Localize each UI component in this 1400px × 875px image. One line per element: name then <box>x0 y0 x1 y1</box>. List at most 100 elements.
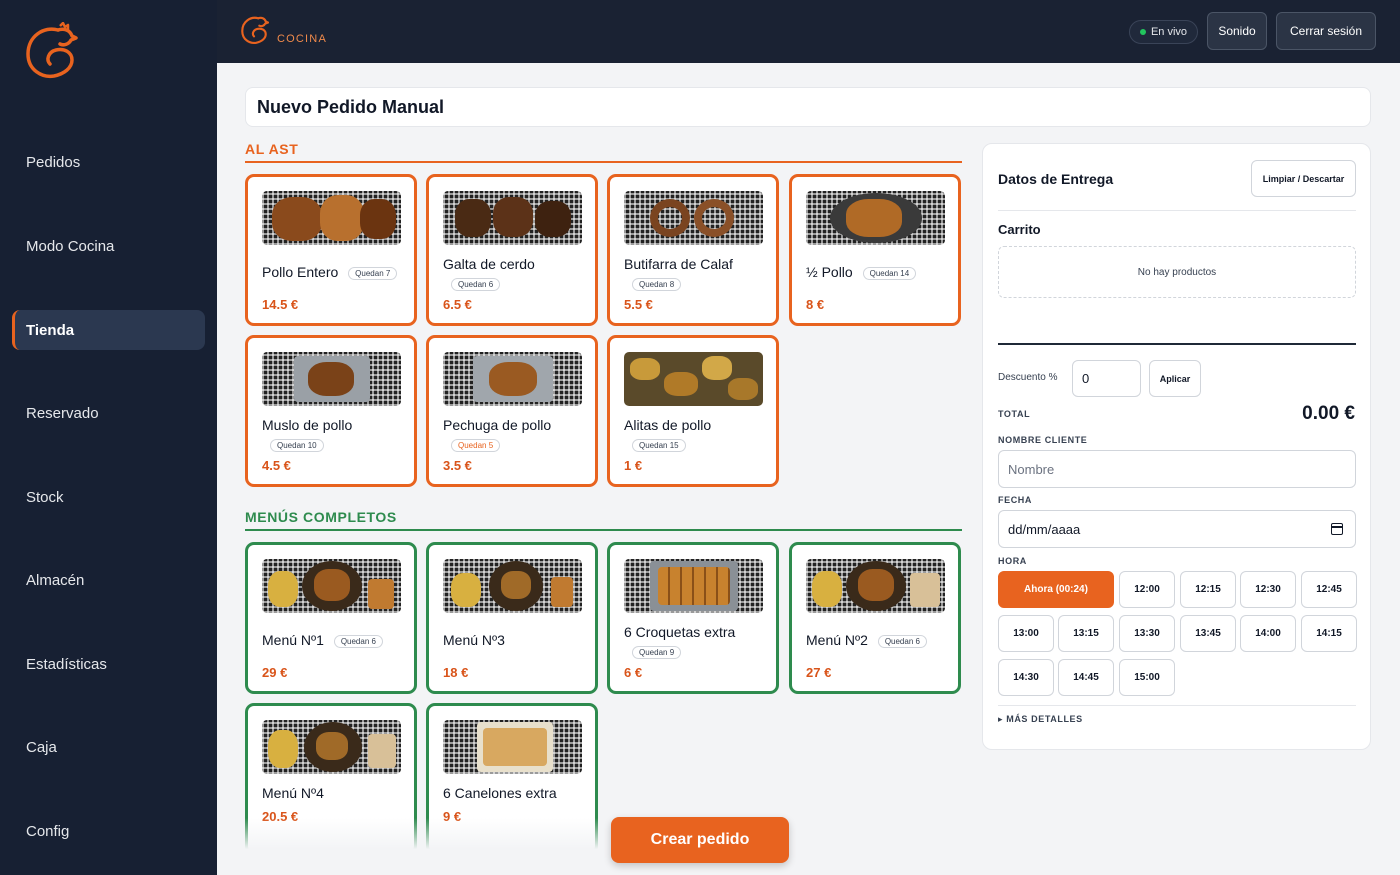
time-button[interactable]: 13:15 <box>1058 615 1114 652</box>
time-button-now[interactable]: Ahora (00:24) <box>998 571 1114 608</box>
logout-button[interactable]: Cerrar sesión <box>1276 12 1376 50</box>
product-card-butifarra-de-calaf[interactable]: Butifarra de Calaf Quedan 8 5.5 € <box>607 174 779 326</box>
product-card-pollo-entero[interactable]: Pollo Entero Quedan 7 14.5 € <box>245 174 417 326</box>
page-title: Nuevo Pedido Manual <box>245 87 1371 127</box>
rooster-logo-icon <box>241 16 269 45</box>
stock-badge: Quedan 6 <box>451 278 501 292</box>
sidebar-item-reservado[interactable]: Reservado <box>12 393 205 433</box>
product-image <box>262 191 401 245</box>
product-price: 29 € <box>262 665 288 680</box>
time-button[interactable]: 14:45 <box>1058 659 1114 696</box>
total-label: TOTAL <box>998 409 1031 419</box>
product-price: 3.5 € <box>443 458 472 473</box>
time-button[interactable]: 12:30 <box>1240 571 1296 608</box>
product-name: Menú Nº4 <box>262 785 324 801</box>
live-status-badge: En vivo <box>1129 20 1198 44</box>
product-price: 14.5 € <box>262 297 299 312</box>
stock-badge: Quedan 14 <box>862 266 917 280</box>
date-input[interactable]: dd/mm/aaaa <box>998 510 1356 548</box>
product-price: 8 € <box>806 297 825 312</box>
product-price: 18 € <box>443 665 469 680</box>
apply-discount-button[interactable]: Aplicar <box>1149 360 1201 397</box>
product-image <box>806 559 945 613</box>
product-name: 6 Croquetas extra <box>624 624 736 640</box>
product-image <box>443 352 582 406</box>
delivery-title: Datos de Entrega <box>998 171 1114 187</box>
total-value: 0.00 € <box>1302 403 1355 424</box>
bottom-fade <box>240 818 960 875</box>
discount-label: Descuento % <box>998 372 1058 383</box>
product-image <box>443 559 582 613</box>
product-card-menu-2[interactable]: Menú Nº2 Quedan 6 27 € <box>789 542 961 694</box>
product-name-row: ½ Pollo Quedan 14 <box>806 264 917 280</box>
product-price: 27 € <box>806 665 832 680</box>
sidebar-item-almacen[interactable]: Almacén <box>12 560 205 600</box>
section-divider <box>245 161 962 163</box>
date-placeholder: dd/mm/aaaa <box>1008 521 1081 537</box>
product-name: Muslo de pollo <box>262 417 353 433</box>
sound-button[interactable]: Sonido <box>1207 12 1267 50</box>
delivery-panel: Datos de Entrega Limpiar / Descartar Car… <box>982 143 1371 750</box>
product-price: 4.5 € <box>262 458 291 473</box>
time-button[interactable]: 13:00 <box>998 615 1054 652</box>
calendar-icon[interactable] <box>1331 523 1343 535</box>
product-name-row: Pollo Entero Quedan 7 <box>262 264 398 280</box>
product-image <box>443 191 582 245</box>
sidebar-item-caja[interactable]: Caja <box>12 727 205 767</box>
product-name: Pollo Entero <box>262 264 339 280</box>
live-status-label: En vivo <box>1150 26 1188 38</box>
product-name: 6 Canelones extra <box>443 785 557 801</box>
product-image <box>262 720 401 774</box>
product-card-croquetas[interactable]: 6 Croquetas extra Quedan 9 6 € <box>607 542 779 694</box>
product-card-medio-pollo[interactable]: ½ Pollo Quedan 14 8 € <box>789 174 961 326</box>
product-image <box>624 191 763 245</box>
product-name-row: Menú Nº1 Quedan 6 <box>262 632 383 648</box>
time-button[interactable]: 12:00 <box>1119 571 1175 608</box>
client-name-input[interactable]: Nombre <box>998 450 1356 488</box>
create-order-button[interactable]: Crear pedido <box>611 817 789 863</box>
product-name: ½ Pollo <box>806 264 853 280</box>
section-title-al-ast: AL AST <box>245 141 299 157</box>
product-price: 6 € <box>624 665 643 680</box>
live-dot-icon <box>1139 29 1146 35</box>
top-header: COCINA En vivo Sonido Cerrar sesión <box>217 0 1400 63</box>
sidebar-item-tienda[interactable]: Tienda <box>12 310 205 350</box>
hour-label: HORA <box>998 556 1027 566</box>
brand-label: COCINA <box>277 33 327 45</box>
clear-discard-button[interactable]: Limpiar / Descartar <box>1251 160 1356 197</box>
sidebar-item-stock[interactable]: Stock <box>12 477 205 517</box>
rooster-logo-icon[interactable] <box>22 22 78 82</box>
time-button[interactable]: 14:15 <box>1301 615 1357 652</box>
product-card-menu-3[interactable]: Menú Nº3 18 € <box>426 542 598 694</box>
time-button[interactable]: 14:30 <box>998 659 1054 696</box>
product-card-muslo-de-pollo[interactable]: Muslo de pollo Quedan 10 4.5 € <box>245 335 417 487</box>
product-name: Menú Nº2 <box>806 632 868 648</box>
sidebar-item-modo-cocina[interactable]: Modo Cocina <box>12 226 205 266</box>
time-button[interactable]: 13:30 <box>1119 615 1175 652</box>
product-card-galta-de-cerdo[interactable]: Galta de cerdo Quedan 6 6.5 € <box>426 174 598 326</box>
product-name: Menú Nº1 <box>262 632 324 648</box>
product-card-menu-1[interactable]: Menú Nº1 Quedan 6 29 € <box>245 542 417 694</box>
discount-input[interactable]: 0 <box>1072 360 1141 397</box>
sidebar-item-pedidos[interactable]: Pedidos <box>12 142 205 182</box>
product-card-pechuga-de-pollo[interactable]: Pechuga de pollo Quedan 5 3.5 € <box>426 335 598 487</box>
sidebar-item-config[interactable]: Config <box>12 811 205 851</box>
time-button[interactable]: 14:00 <box>1240 615 1296 652</box>
stock-badge: Quedan 6 <box>333 634 383 648</box>
client-name-label: NOMBRE CLIENTE <box>998 435 1088 445</box>
product-image <box>443 720 582 774</box>
product-name: Pechuga de pollo <box>443 417 552 433</box>
product-price: 5.5 € <box>624 297 653 312</box>
time-button[interactable]: 15:00 <box>1119 659 1175 696</box>
product-name: Galta de cerdo <box>443 256 535 272</box>
sidebar-item-estadisticas[interactable]: Estadísticas <box>12 644 205 684</box>
divider <box>998 210 1356 211</box>
stock-badge: Quedan 8 <box>632 278 682 292</box>
time-button[interactable]: 12:45 <box>1301 571 1357 608</box>
product-card-alitas-de-pollo[interactable]: Alitas de pollo Quedan 15 1 € <box>607 335 779 487</box>
time-button[interactable]: 13:45 <box>1180 615 1236 652</box>
more-details-toggle[interactable]: ▸ MÁS DETALLES <box>998 714 1083 725</box>
time-button[interactable]: 12:15 <box>1180 571 1236 608</box>
stock-badge: Quedan 6 <box>877 634 927 648</box>
product-price: 6.5 € <box>443 297 472 312</box>
